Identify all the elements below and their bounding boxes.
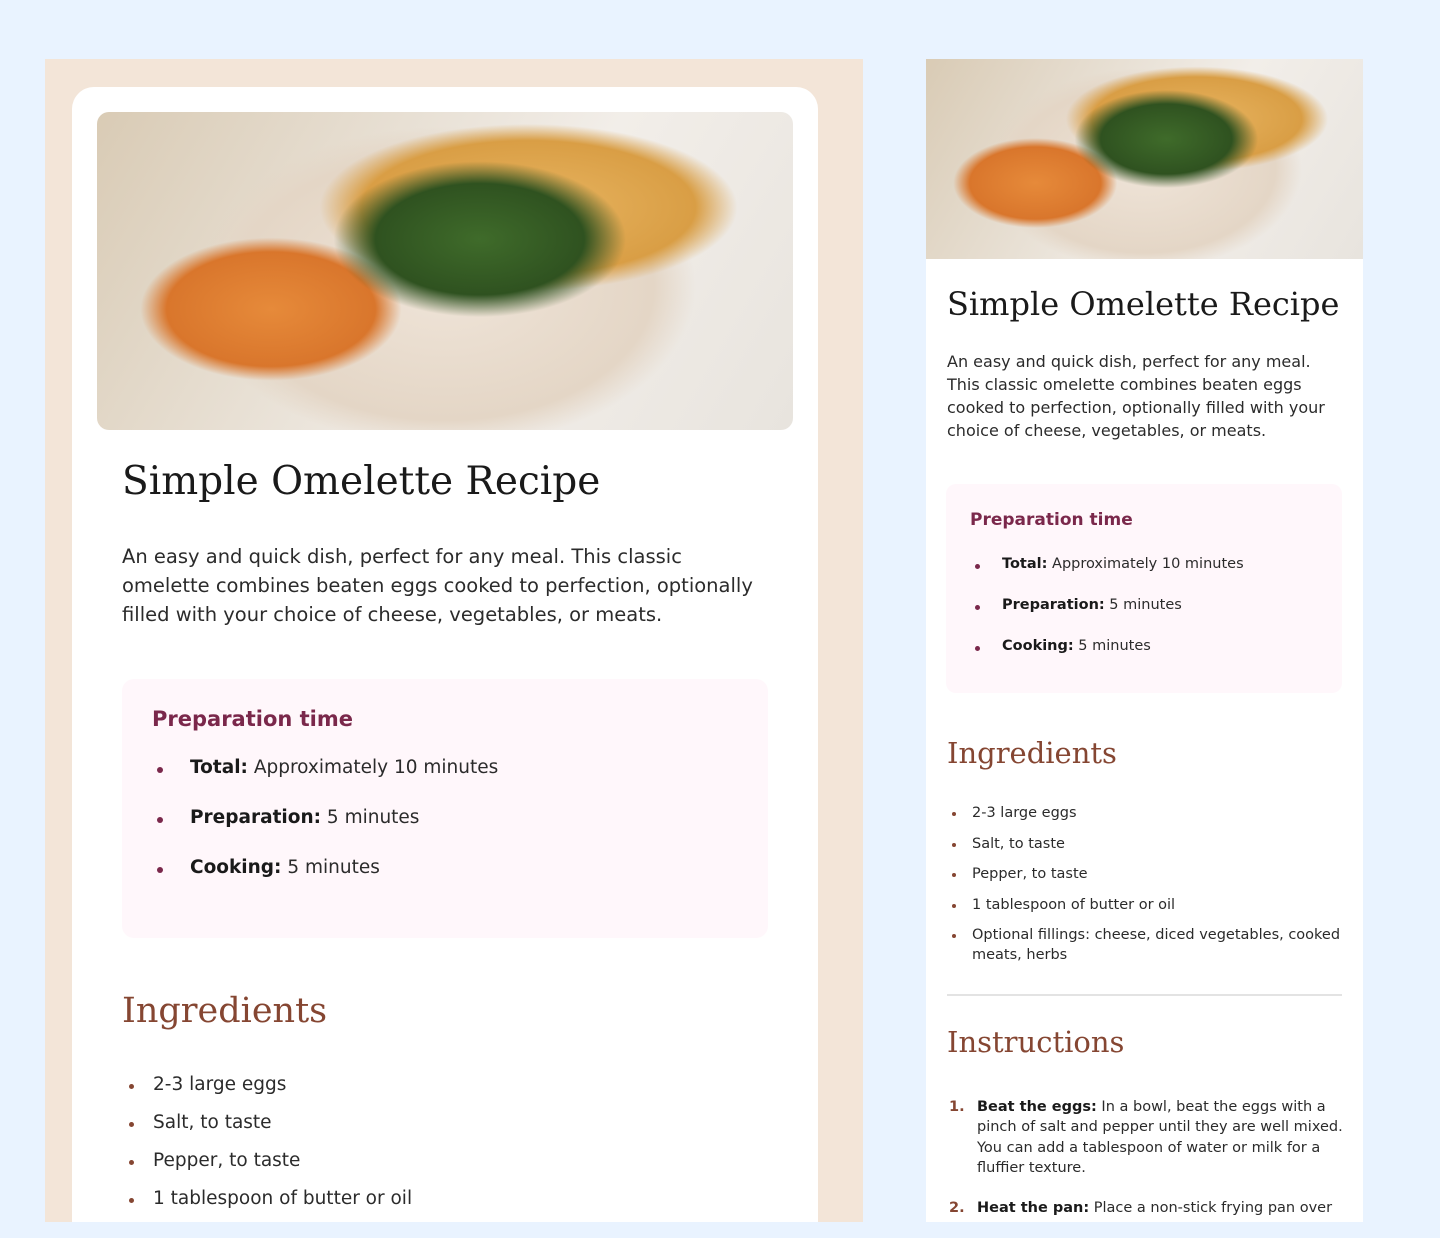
ingredient-item: 2-3 large eggs: [947, 803, 1347, 823]
ingredients-heading: Ingredients: [122, 991, 328, 1031]
recipe-card: Simple Omelette Recipe An easy and quick…: [72, 87, 818, 1222]
preparation-time-box: Preparation time Total: Approximately 10…: [946, 484, 1342, 693]
ingredient-item: 1 tablespoon of butter or oil: [947, 895, 1347, 915]
ingredients-list: 2-3 large eggs Salt, to taste Pepper, to…: [122, 1074, 762, 1222]
prep-item: Preparation: 5 minutes: [152, 807, 738, 857]
prep-heading: Preparation time: [970, 510, 1133, 530]
prep-item: Total: Approximately 10 minutes: [152, 757, 738, 807]
recipe-title: Simple Omelette Recipe: [947, 285, 1340, 323]
recipe-description: An easy and quick dish, perfect for any …: [122, 545, 753, 626]
prep-item: Cooking: 5 minutes: [152, 857, 738, 907]
desktop-preview: Simple Omelette Recipe An easy and quick…: [45, 59, 863, 1222]
ingredient-item: Salt, to taste: [122, 1112, 762, 1150]
ingredient-item: Salt, to taste: [947, 834, 1347, 854]
ingredient-item: Pepper, to taste: [122, 1150, 762, 1188]
instruction-step: 2. Heat the pan: Place a non-stick frying…: [949, 1200, 1333, 1217]
ingredient-item: Pepper, to taste: [947, 864, 1347, 884]
ingredient-item: 1 tablespoon of butter or oil: [122, 1188, 762, 1222]
omelette-image: [97, 112, 793, 430]
prep-item: Preparation: 5 minutes: [970, 597, 1318, 638]
ingredient-item: Optional fillings: cheese, diced vegetab…: [947, 925, 1347, 965]
divider: [947, 994, 1342, 996]
ingredients-list: 2-3 large eggs Salt, to taste Pepper, to…: [947, 803, 1347, 976]
instructions-list: 1. Beat the eggs: In a bowl, beat the egg…: [947, 1097, 1349, 1238]
prep-heading: Preparation time: [152, 707, 354, 731]
prep-item: Total: Approximately 10 minutes: [970, 556, 1318, 597]
prep-item: Cooking: 5 minutes: [970, 638, 1318, 679]
mobile-preview: Simple Omelette Recipe An easy and quick…: [926, 59, 1363, 1222]
ingredient-item: 2-3 large eggs: [122, 1074, 762, 1112]
ingredients-heading: Ingredients: [947, 736, 1117, 770]
instructions-heading: Instructions: [947, 1025, 1125, 1059]
instruction-step: 1. Beat the eggs: In a bowl, beat the egg…: [949, 1099, 1343, 1176]
preparation-time-box: Preparation time Total: Approximately 10…: [122, 679, 768, 938]
recipe-title: Simple Omelette Recipe: [122, 459, 601, 504]
recipe-description: An easy and quick dish, perfect for any …: [947, 352, 1325, 440]
omelette-image: [926, 59, 1363, 259]
